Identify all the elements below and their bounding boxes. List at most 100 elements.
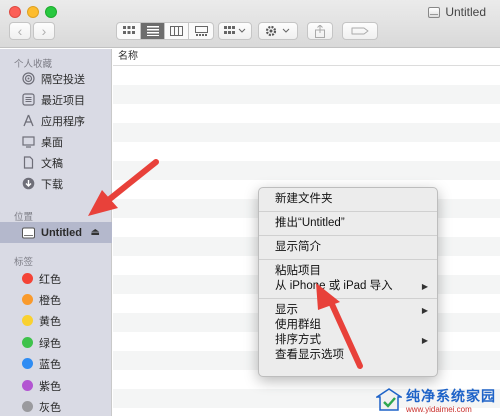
menu-separator	[259, 298, 437, 299]
sidebar-tag-purple[interactable]: 紫色	[0, 375, 112, 396]
desktop-icon	[22, 135, 35, 148]
sidebar-tag-blue[interactable]: 蓝色	[0, 353, 112, 374]
downloads-icon	[22, 177, 35, 190]
green-tag-dot	[22, 337, 33, 348]
menu-separator	[259, 211, 437, 212]
menu-separator	[259, 235, 437, 236]
action-button[interactable]	[258, 22, 298, 40]
group-grid-icon	[224, 26, 246, 34]
group-by-button[interactable]	[218, 22, 252, 40]
view-mode-control[interactable]	[116, 22, 214, 40]
context-menu: 新建文件夹 推出“Untitled” 显示简介 粘贴项目 从 iPhone 或 …	[258, 187, 438, 377]
gallery-view-button[interactable]	[189, 23, 213, 39]
sidebar-item-untitled[interactable]: Untitled ⏏	[0, 222, 112, 243]
recents-icon	[22, 93, 35, 106]
menu-item-use-groups[interactable]: 使用群组	[259, 318, 437, 333]
menu-item-label: 排序方式	[275, 334, 321, 346]
sidebar-item-label: 绿色	[39, 337, 61, 350]
submenu-arrow-icon: ▶	[421, 306, 428, 315]
locations-heading: 位置	[14, 212, 34, 223]
column-header-name[interactable]: 名称	[113, 49, 500, 66]
menu-item-label: 使用群组	[275, 319, 321, 331]
sidebar-tag-gray[interactable]: 灰色	[0, 396, 112, 416]
menu-item-new-folder[interactable]: 新建文件夹	[259, 192, 437, 207]
drive-icon	[22, 226, 35, 239]
menu-item-get-info[interactable]: 显示简介	[259, 240, 437, 255]
sidebar-item-label: 隔空投送	[41, 73, 85, 86]
columns-icon	[170, 26, 183, 36]
sidebar-item-airdrop[interactable]: 隔空投送	[0, 68, 112, 89]
sidebar-item-applications[interactable]: 应用程序	[0, 110, 112, 131]
watermark-url: www.yidaimei.com	[406, 405, 472, 414]
share-icon	[315, 24, 325, 38]
menu-item-paste[interactable]: 粘贴项目	[259, 264, 437, 279]
yellow-tag-dot	[22, 315, 33, 326]
watermark-title: 纯净系统家园	[406, 389, 496, 405]
menu-item-label: 粘贴项目	[275, 265, 321, 277]
back-button[interactable]: ‹	[9, 22, 31, 40]
menu-separator	[259, 259, 437, 260]
sidebar-item-label: 蓝色	[39, 358, 61, 371]
menu-item-label: 从 iPhone 或 iPad 导入	[275, 280, 393, 292]
menu-item-import-from-iphone[interactable]: 从 iPhone 或 iPad 导入 ▶	[259, 279, 437, 294]
sidebar-tag-red[interactable]: 红色	[0, 268, 112, 289]
drive-icon	[428, 6, 441, 18]
applications-icon	[22, 114, 35, 127]
menu-item-eject[interactable]: 推出“Untitled”	[259, 216, 437, 231]
sidebar-item-label: 红色	[39, 273, 61, 286]
airdrop-icon	[22, 72, 35, 85]
list-row	[113, 142, 500, 161]
share-button[interactable]	[307, 22, 333, 40]
sidebar-item-label: 下载	[41, 178, 63, 191]
finder-window: Untitled ‹ › 个人收藏 隔空投送 最近项目 应用程序 桌面 文稿 下…	[0, 0, 500, 416]
eject-icon[interactable]: ⏏	[91, 227, 100, 238]
sidebar-tag-yellow[interactable]: 黄色	[0, 310, 112, 331]
list-view-button[interactable]	[141, 23, 165, 39]
menu-item-show[interactable]: 显示 ▶	[259, 303, 437, 318]
sidebar-item-documents[interactable]: 文稿	[0, 152, 112, 173]
menu-item-label: 显示	[275, 304, 298, 316]
list-icon	[146, 26, 159, 36]
sidebar-item-downloads[interactable]: 下载	[0, 173, 112, 194]
sidebar-tag-orange[interactable]: 橙色	[0, 289, 112, 310]
orange-tag-dot	[22, 294, 33, 305]
menu-item-sort-by[interactable]: 排序方式 ▶	[259, 333, 437, 348]
menu-item-show-view-options[interactable]: 查看显示选项	[259, 348, 437, 363]
window-title: Untitled	[428, 4, 486, 20]
red-tag-dot	[22, 273, 33, 284]
list-row	[113, 85, 500, 104]
submenu-arrow-icon: ▶	[421, 336, 428, 345]
grid-icon	[122, 26, 135, 34]
blue-tag-dot	[22, 358, 33, 369]
submenu-arrow-icon: ▶	[421, 282, 428, 291]
sidebar-item-label: Untitled	[41, 226, 82, 239]
close-button[interactable]	[9, 6, 21, 18]
forward-button[interactable]: ›	[33, 22, 55, 40]
title-bar: Untitled ‹ ›	[0, 0, 500, 48]
sidebar-tag-green[interactable]: 绿色	[0, 332, 112, 353]
watermark-logo	[376, 388, 402, 411]
sidebar-item-recents[interactable]: 最近项目	[0, 89, 112, 110]
list-row	[113, 66, 500, 85]
sidebar-item-desktop[interactable]: 桌面	[0, 131, 112, 152]
purple-tag-dot	[22, 380, 33, 391]
documents-icon	[22, 156, 35, 169]
minimize-button[interactable]	[27, 6, 39, 18]
list-row	[113, 123, 500, 142]
gray-tag-dot	[22, 401, 33, 412]
zoom-button[interactable]	[45, 6, 57, 18]
icon-view-button[interactable]	[117, 23, 141, 39]
sidebar-item-label: 橙色	[39, 294, 61, 307]
menu-item-label: 查看显示选项	[275, 349, 344, 361]
sidebar-item-label: 黄色	[39, 315, 61, 328]
tags-heading: 标签	[14, 257, 34, 268]
sidebar: 个人收藏 隔空投送 最近项目 应用程序 桌面 文稿 下载 位置 Untitled…	[0, 49, 112, 416]
sidebar-item-label: 文稿	[41, 157, 63, 170]
list-row	[113, 161, 500, 180]
gear-icon	[265, 25, 290, 37]
gallery-icon	[194, 26, 208, 36]
window-title-text: Untitled	[445, 5, 486, 19]
column-view-button[interactable]	[165, 23, 189, 39]
tags-button[interactable]	[342, 22, 378, 40]
sidebar-item-label: 紫色	[39, 380, 61, 393]
